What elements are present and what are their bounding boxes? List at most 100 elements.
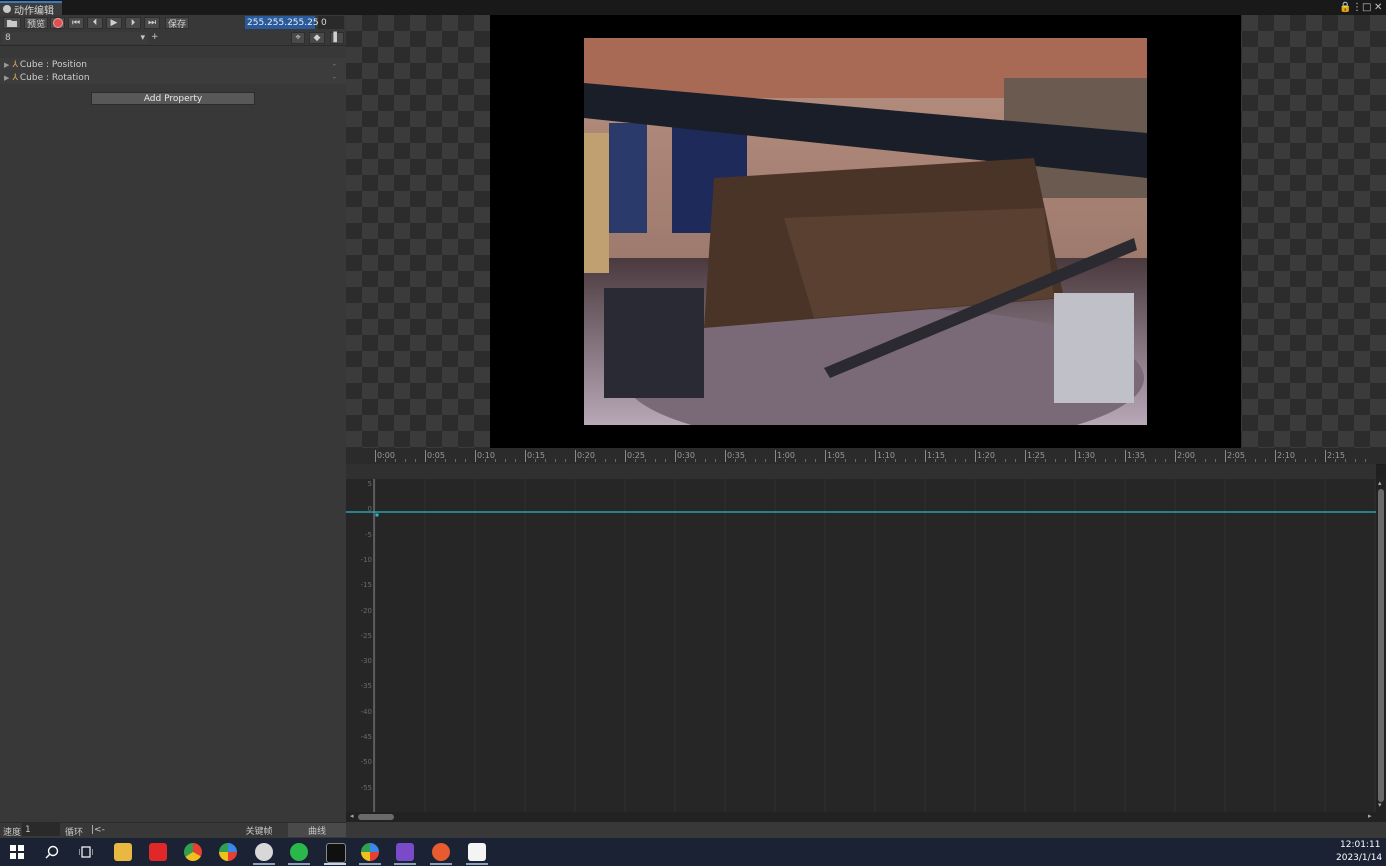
ruler-tick-mark (725, 450, 726, 462)
scroll-right-icon[interactable]: ▸ (1368, 812, 1372, 820)
chrome-icon[interactable] (184, 843, 202, 861)
transform-icon: ⅄ (12, 59, 18, 70)
first-frame-button[interactable]: ⏮ (68, 17, 84, 29)
scroll-up-icon[interactable]: ▴ (1378, 479, 1382, 487)
transform-icon: ⅄ (12, 72, 18, 83)
snap-button[interactable]: ⌖ (291, 32, 305, 44)
ruler-minor-tick (1165, 459, 1166, 462)
ruler-minor-tick (895, 459, 896, 462)
ruler-minor-tick (515, 459, 516, 462)
rewind-button[interactable]: |<- (91, 825, 105, 835)
speed-input[interactable]: 1 (22, 823, 60, 836)
ruler-tick-mark (1175, 450, 1176, 462)
ruler-minor-tick (695, 459, 696, 462)
remove-icon[interactable]: - (333, 60, 336, 70)
ruler-minor-tick (1055, 459, 1056, 462)
browser2-icon[interactable] (361, 843, 379, 861)
task-view-icon[interactable] (79, 845, 93, 859)
event-strip[interactable] (346, 464, 1376, 479)
lock-icon[interactable]: 🔒 (1339, 2, 1351, 13)
keyframe-point[interactable] (375, 513, 379, 517)
app-orange-icon[interactable] (432, 843, 450, 861)
browser-icon[interactable] (219, 843, 237, 861)
ruler-minor-tick (1105, 459, 1106, 462)
scroll-down-icon[interactable]: ▾ (1378, 801, 1382, 809)
clock-time[interactable]: 12:01:11 (1340, 840, 1380, 850)
color-field[interactable]: 255.255.255.255 (245, 16, 324, 29)
scroll-thumb[interactable] (1378, 489, 1384, 802)
scroll-left-icon[interactable]: ◂ (350, 812, 354, 820)
step-forward-icon: ⏵ (130, 18, 136, 28)
tab-keyframes[interactable]: 关键帧 (230, 823, 288, 837)
add-clip-button[interactable]: + (151, 32, 159, 42)
y-axis-label: -10 (360, 555, 372, 564)
tab-animation-editor[interactable]: 动作编辑 (0, 1, 62, 17)
ruler-minor-tick (1185, 459, 1186, 462)
add-property-button[interactable]: Add Property (91, 92, 255, 105)
close-icon[interactable]: ✕ (1374, 2, 1382, 13)
unity-icon[interactable] (326, 843, 346, 863)
scroll-thumb[interactable] (358, 814, 394, 820)
ruler-minor-tick (1085, 459, 1086, 462)
y-axis-label: -5 (365, 530, 372, 539)
document-icon[interactable] (468, 843, 486, 861)
ruler-minor-tick (845, 459, 846, 462)
ruler-minor-tick (1355, 459, 1356, 462)
property-row-rotation[interactable]: ▶ ⅄ Cube : Rotation - (0, 71, 346, 84)
file-explorer-icon[interactable] (114, 843, 132, 861)
ruler-minor-tick (905, 459, 906, 462)
next-frame-button[interactable]: ⏵ (125, 17, 141, 29)
add-keyframe-button[interactable]: ◆ (309, 32, 325, 44)
y-axis-label: -25 (360, 631, 372, 640)
step-back-icon: ⏴ (92, 18, 98, 28)
clock-icon (3, 5, 11, 13)
record-button[interactable] (50, 17, 65, 29)
more-icon[interactable]: ⋮ (1352, 2, 1362, 13)
folder-button[interactable] (3, 17, 21, 29)
horizontal-scrollbar[interactable]: ◂ ▸ (346, 812, 1386, 822)
ruler-minor-tick (795, 459, 796, 462)
tab-curves[interactable]: 曲线 (288, 823, 346, 837)
clip-select[interactable]: 8 ▾ (2, 32, 148, 44)
property-panel (0, 15, 346, 838)
ruler-minor-tick (1285, 459, 1286, 462)
ruler-minor-tick (685, 459, 686, 462)
clock-date[interactable]: 2023/1/14 (1336, 853, 1382, 863)
play-button[interactable]: ▶ (106, 17, 122, 29)
ruler-minor-tick (445, 459, 446, 462)
visual-studio-icon[interactable] (396, 843, 414, 861)
add-event-button[interactable]: ▌ (330, 32, 344, 44)
frame-field[interactable]: 0 (318, 16, 344, 29)
prev-frame-button[interactable]: ⏴ (87, 17, 103, 29)
remove-icon[interactable]: - (333, 73, 336, 83)
last-frame-button[interactable]: ⏭ (144, 17, 160, 29)
ruler-tick-mark (875, 450, 876, 462)
property-row-position[interactable]: ▶ ⅄ Cube : Position - (0, 58, 346, 71)
ruler-minor-tick (405, 459, 406, 462)
game-engine-icon[interactable] (255, 843, 273, 861)
preview-button[interactable]: 预览 (24, 17, 48, 30)
ruler-minor-tick (495, 459, 496, 462)
video-image (584, 38, 1147, 425)
loop-toggle[interactable]: 循环 (65, 825, 83, 838)
running-indicator (253, 863, 275, 865)
ruler-tick-mark (975, 450, 976, 462)
search-icon[interactable] (45, 845, 59, 859)
app-red-icon[interactable] (149, 843, 167, 861)
target-icon: ⌖ (295, 33, 301, 43)
maximize-icon[interactable]: □ (1362, 2, 1371, 13)
wechat-icon[interactable] (290, 843, 308, 861)
ruler-minor-tick (815, 459, 816, 462)
ruler-minor-tick (1115, 459, 1116, 462)
ruler-tick-mark (1275, 450, 1276, 462)
play-icon: ▶ (110, 18, 118, 28)
vertical-scrollbar[interactable]: ▴ ▾ (1376, 479, 1386, 812)
windows-start-icon[interactable] (10, 845, 24, 859)
ruler-minor-tick (765, 459, 766, 462)
ruler-minor-tick (965, 459, 966, 462)
save-button[interactable]: 保存 (165, 17, 189, 30)
ruler-minor-tick (1215, 459, 1216, 462)
ruler-tick-mark (1125, 450, 1126, 462)
ruler-minor-tick (855, 459, 856, 462)
y-axis-label: -50 (360, 758, 372, 767)
